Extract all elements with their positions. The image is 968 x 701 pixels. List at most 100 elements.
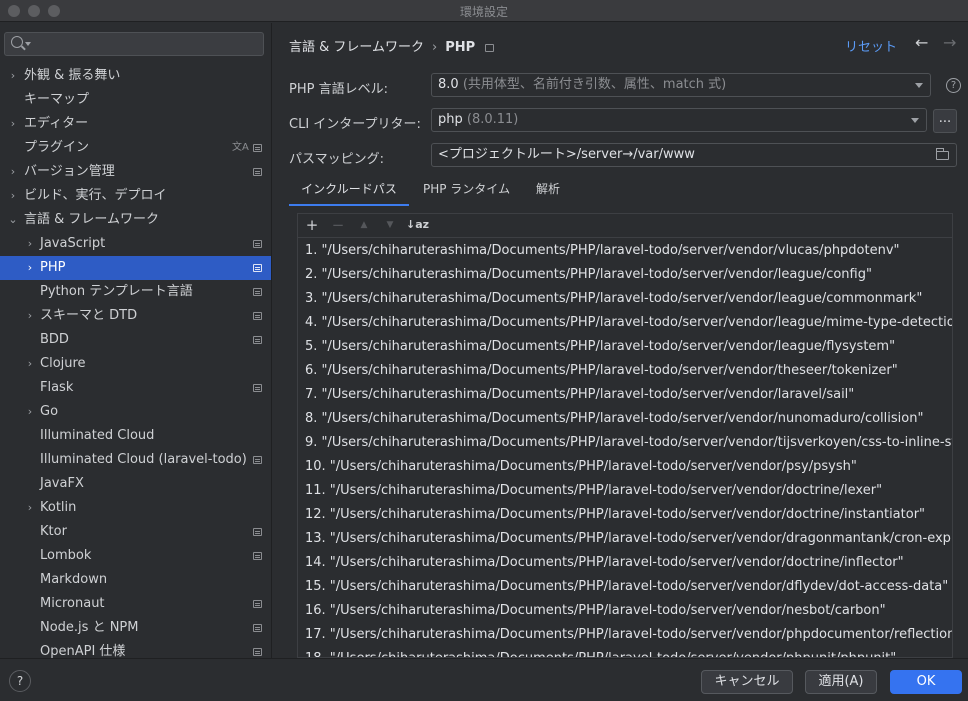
breadcrumb-parent[interactable]: 言語 & フレームワーク [289,40,424,55]
project-settings-icon [253,240,262,248]
sidebar-item-label: PHP [40,260,66,275]
back-arrow-icon[interactable]: ← [915,33,928,52]
tab-analysis[interactable]: 解析 [536,176,560,206]
sidebar-item[interactable]: Ktor [0,520,271,544]
include-path-row[interactable]: 16. "/Users/chiharuterashima/Documents/P… [305,599,952,623]
sidebar-item[interactable]: Illuminated Cloud [0,424,271,448]
include-path-row[interactable]: 1. "/Users/chiharuterashima/Documents/PH… [305,239,952,263]
path-mapping-value: <プロジェクトルート>/server→/var/www [438,147,695,162]
sidebar-item-label: Kotlin [40,500,77,515]
sidebar-item[interactable]: › PHP [0,256,271,280]
sidebar-item[interactable]: JavaFX [0,472,271,496]
apply-button[interactable]: 適用(A) [805,670,877,694]
sidebar-item[interactable]: › JavaScript [0,232,271,256]
project-settings-icon [253,144,262,152]
settings-sidebar: › 外観 & 振る舞い キーマップ › エディター プラグイン 文A › バージョン管理 › ビルド… [0,23,272,658]
sidebar-item-label: Clojure [40,356,86,371]
sidebar-item-label: JavaFX [40,476,84,491]
chevron-down-icon[interactable]: ⌄ [7,208,19,232]
chevron-right-icon[interactable]: › [7,64,19,88]
move-down-icon[interactable]: ▼ [381,216,399,234]
search-history-dropdown-icon[interactable] [25,42,31,46]
project-settings-icon [253,264,262,272]
breadcrumb-current: PHP [445,40,476,55]
project-settings-icon [253,336,262,344]
sidebar-item-label: Go [40,404,59,419]
include-path-row[interactable]: 5. "/Users/chiharuterashima/Documents/PH… [305,335,952,359]
sidebar-item[interactable]: プラグイン 文A [0,136,271,160]
sidebar-item-label: Illuminated Cloud (laravel-todo) [40,452,247,467]
tab-php-runtime[interactable]: PHP ランタイム [423,176,510,206]
sidebar-item[interactable]: Lombok [0,544,271,568]
project-settings-icon [253,528,262,536]
sidebar-item[interactable]: Flask [0,376,271,400]
configure-interpreters-button[interactable]: ... [933,109,957,133]
chevron-right-icon[interactable]: › [7,112,19,136]
sidebar-item[interactable]: › Go [0,400,271,424]
chevron-down-icon [915,83,923,88]
tab-include-path[interactable]: インクルードパス [289,176,409,206]
search-input[interactable] [4,32,264,56]
sort-icon[interactable]: ↓az [406,216,429,234]
add-icon[interactable]: + [303,216,321,234]
folder-icon[interactable] [936,148,949,160]
include-path-row[interactable]: 2. "/Users/chiharuterashima/Documents/PH… [305,263,952,287]
reset-link[interactable]: リセット [845,36,897,55]
include-path-row[interactable]: 12. "/Users/chiharuterashima/Documents/P… [305,503,952,527]
sidebar-item[interactable]: Illuminated Cloud (laravel-todo) [0,448,271,472]
chevron-right-icon[interactable]: › [24,400,36,424]
path-mapping-field[interactable]: <プロジェクトルート>/server→/var/www [431,143,957,167]
forward-arrow-icon[interactable]: → [943,33,956,52]
include-path-row[interactable]: 3. "/Users/chiharuterashima/Documents/PH… [305,287,952,311]
sidebar-item[interactable]: OpenAPI 仕様 [0,640,271,658]
chevron-right-icon[interactable]: › [7,160,19,184]
sidebar-item-label: バージョン管理 [24,164,115,179]
chevron-right-icon[interactable]: › [7,184,19,208]
sidebar-item[interactable]: Markdown [0,568,271,592]
sidebar-item[interactable]: › スキーマと DTD [0,304,271,328]
ok-button[interactable]: OK [890,670,962,694]
include-path-row[interactable]: 6. "/Users/chiharuterashima/Documents/PH… [305,359,952,383]
sidebar-item[interactable]: BDD [0,328,271,352]
sidebar-item[interactable]: キーマップ [0,88,271,112]
chevron-right-icon[interactable]: › [24,352,36,376]
sidebar-item[interactable]: › バージョン管理 [0,160,271,184]
sidebar-item[interactable]: › エディター [0,112,271,136]
sidebar-item-label: Node.js と NPM [40,620,139,635]
include-path-row[interactable]: 15. "/Users/chiharuterashima/Documents/P… [305,575,952,599]
include-path-row[interactable]: 14. "/Users/chiharuterashima/Documents/P… [305,551,952,575]
sidebar-item-label: キーマップ [24,92,90,107]
sidebar-item[interactable]: Python テンプレート言語 [0,280,271,304]
language-level-select[interactable]: 8.0 (共用体型、名前付き引数、属性、match 式) [431,73,931,97]
include-path-row[interactable]: 4. "/Users/chiharuterashima/Documents/PH… [305,311,952,335]
include-path-row[interactable]: 11. "/Users/chiharuterashima/Documents/P… [305,479,952,503]
include-path-row[interactable]: 13. "/Users/chiharuterashima/Documents/P… [305,527,952,551]
chevron-right-icon[interactable]: › [24,304,36,328]
help-button[interactable]: ? [9,670,31,692]
cancel-button[interactable]: キャンセル [701,670,793,694]
include-path-row[interactable]: 9. "/Users/chiharuterashima/Documents/PH… [305,431,952,455]
sidebar-item[interactable]: › Clojure [0,352,271,376]
sidebar-item[interactable]: › Kotlin [0,496,271,520]
project-settings-icon [485,43,495,52]
cli-interpreter-select[interactable]: php (8.0.11) [431,108,927,132]
include-path-row[interactable]: 7. "/Users/chiharuterashima/Documents/PH… [305,383,952,407]
remove-icon[interactable]: − [329,216,347,234]
sidebar-item[interactable]: Micronaut [0,592,271,616]
title-bar: 環境設定 [0,0,968,22]
include-path-row[interactable]: 8. "/Users/chiharuterashima/Documents/PH… [305,407,952,431]
include-path-row[interactable]: 17. "/Users/chiharuterashima/Documents/P… [305,623,952,647]
chevron-right-icon[interactable]: › [24,232,36,256]
sidebar-item-label: Lombok [40,548,92,563]
sidebar-item[interactable]: ⌄ 言語 & フレームワーク [0,208,271,232]
sidebar-item[interactable]: Node.js と NPM [0,616,271,640]
breadcrumb: 言語 & フレームワーク › PHP [289,36,495,55]
sidebar-item[interactable]: › 外観 & 振る舞い [0,64,271,88]
include-path-row[interactable]: 18. "/Users/chiharuterashima/Documents/P… [305,647,952,657]
sidebar-item[interactable]: › ビルド、実行、デプロイ [0,184,271,208]
help-icon[interactable]: ? [946,78,961,93]
include-path-row[interactable]: 10. "/Users/chiharuterashima/Documents/P… [305,455,952,479]
chevron-right-icon[interactable]: › [24,256,36,280]
chevron-right-icon[interactable]: › [24,496,36,520]
move-up-icon[interactable]: ▲ [355,216,373,234]
